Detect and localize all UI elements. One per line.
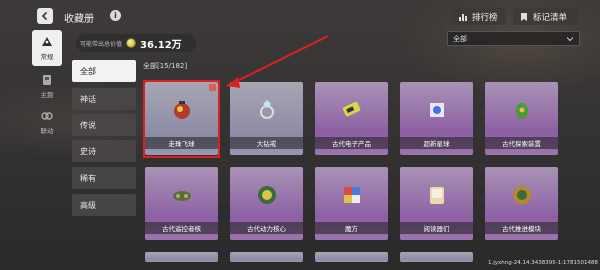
category-legend[interactable]: 传说 (72, 114, 136, 136)
nav-item-theme[interactable]: 主题 (32, 68, 62, 104)
thruster-icon (513, 186, 531, 204)
theme-icon (43, 75, 51, 85)
nav-item-label: 联动 (40, 127, 54, 135)
item-card-partial[interactable] (145, 252, 218, 262)
filter-selected: 全部 (453, 34, 467, 43)
bar-chart-icon (459, 13, 467, 21)
item-card[interactable]: 古代遥控者核 (145, 167, 218, 240)
item-card[interactable]: 古代电子产品 (315, 82, 388, 155)
page-title: 收藏册 (64, 14, 94, 25)
cube-gem-icon (430, 103, 444, 117)
reader-icon (430, 187, 444, 204)
category-epic[interactable]: 史诗 (72, 140, 136, 162)
beetle-icon (516, 103, 528, 119)
top-bar: 收藏册 i 排行榜 标记清单 (0, 0, 600, 34)
item-name: 大钻戒 (230, 137, 303, 149)
nav-item-collab[interactable]: 联动 (32, 104, 62, 140)
nav-item-regular[interactable]: 常规 (32, 30, 62, 66)
link-icon (41, 112, 53, 120)
core-icon (258, 186, 276, 204)
coin-icon (126, 38, 137, 48)
build-info: 1.jyxhng-24.14.3438395-1:1781501488 (488, 260, 599, 266)
item-card-partial[interactable] (230, 252, 303, 262)
item-name: 古代推进模块 (485, 222, 558, 234)
controller-icon (173, 191, 191, 201)
device-icon (342, 101, 361, 117)
total-value-label: 可能带出总价值 (80, 40, 123, 48)
total-value-amount: 36.12万 (140, 39, 182, 51)
item-name: 古代探索装置 (485, 137, 558, 149)
info-icon[interactable]: i (110, 10, 121, 21)
back-button[interactable] (37, 8, 53, 24)
mark-list-button[interactable]: 标记清单 (513, 8, 579, 25)
nav-item-label: 常规 (40, 53, 54, 61)
back-arrow-icon (41, 11, 48, 21)
item-card[interactable]: 超新星球 (400, 82, 473, 155)
item-name: 古代遥控者核 (145, 222, 218, 234)
item-card[interactable]: 魔方 (315, 167, 388, 240)
item-name: 阅读器们 (400, 222, 473, 234)
rank-button[interactable]: 排行榜 (452, 8, 506, 25)
item-name: 古代动力核心 (230, 222, 303, 234)
item-card[interactable]: 古代动力核心 (230, 167, 303, 240)
rubik-cube-icon (344, 187, 360, 203)
item-card[interactable]: 阅读器们 (400, 167, 473, 240)
mark-list-button-label: 标记清单 (533, 12, 568, 23)
category-all[interactable]: 全部 (72, 60, 136, 82)
ring-icon (260, 100, 274, 119)
category-myth[interactable]: 神话 (72, 88, 136, 110)
item-card-partial[interactable] (315, 252, 388, 262)
highlight-box (143, 80, 220, 158)
category-rare[interactable]: 稀有 (72, 167, 136, 189)
rank-button-label: 排行榜 (472, 12, 498, 23)
item-card[interactable]: 古代探索装置 (485, 82, 558, 155)
collection-count: 全部[15/182] (143, 62, 188, 70)
hat-icon (42, 37, 52, 46)
total-value-row: 可能带出总价值 36.12万 (76, 34, 196, 52)
item-name: 古代电子产品 (315, 137, 388, 149)
bookmark-icon (521, 12, 527, 21)
category-advanced[interactable]: 高级 (72, 194, 136, 216)
item-card[interactable]: 大钻戒 (230, 82, 303, 155)
item-card-partial[interactable] (400, 252, 473, 262)
nav-item-label: 主题 (40, 91, 54, 99)
item-name: 超新星球 (400, 137, 473, 149)
item-name: 魔方 (315, 222, 388, 234)
filter-dropdown[interactable]: 全部 (447, 31, 580, 46)
item-card[interactable]: 古代推进模块 (485, 167, 558, 240)
chevron-down-icon (567, 37, 573, 42)
